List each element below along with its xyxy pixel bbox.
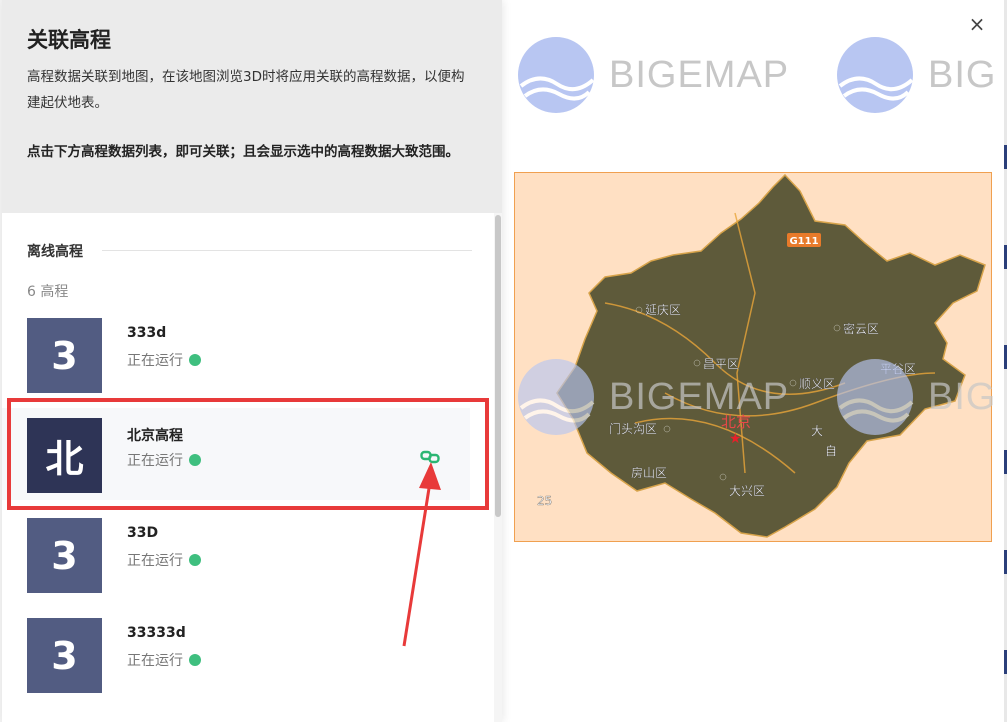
list-item[interactable]: 3 333d 正在运行: [2, 308, 470, 400]
status-label: 正在运行: [127, 553, 183, 569]
item-status: 正在运行: [127, 450, 201, 470]
elevation-count: 6 高程: [27, 284, 69, 300]
bigemap-watermark: BIGEMAP: [517, 358, 789, 436]
map-label-da: 大: [811, 424, 823, 438]
item-tile: 3: [27, 318, 102, 393]
map-label-shunyi: 顺义区: [799, 377, 835, 391]
item-tile: 3: [27, 618, 102, 693]
close-button[interactable]: ×: [966, 12, 988, 36]
bigemap-watermark: BIGEMAP: [517, 36, 789, 114]
map-label-yanqing: 延庆区: [645, 303, 681, 317]
map-label-number: 25: [537, 494, 552, 508]
item-name: 333d: [127, 325, 167, 341]
item-status: 正在运行: [127, 650, 201, 670]
elevation-dialog: 关联高程 高程数据关联到地图，在该地图浏览3D时将应用关联的高程数据，以便构建起…: [0, 0, 1007, 722]
status-label: 正在运行: [127, 353, 183, 369]
item-name: 33333d: [127, 625, 186, 641]
bigemap-logo-icon: [518, 37, 595, 113]
item-name: 33D: [127, 525, 159, 541]
bigemap-logo-icon: [837, 37, 914, 113]
watermark-text: BIGEMAP: [609, 375, 790, 418]
map-label-miyun: 密云区: [843, 321, 879, 336]
list-item[interactable]: 3 33D 正在运行: [2, 508, 470, 600]
item-status: 正在运行: [127, 350, 201, 370]
bigemap-watermark: BIG: [836, 36, 996, 114]
link-icon[interactable]: [420, 450, 440, 464]
panel-title: 关联高程: [27, 28, 111, 52]
status-label: 正在运行: [127, 453, 183, 469]
highway-label: G111: [789, 236, 818, 247]
section-title: 离线高程: [27, 244, 83, 260]
bigemap-logo-icon: [837, 359, 914, 435]
status-dot-icon: [189, 354, 201, 366]
list-item-selected[interactable]: 北 北京高程 正在运行: [2, 408, 470, 500]
map-label-fangshan: 房山区: [631, 465, 667, 480]
item-name: 北京高程: [127, 428, 183, 444]
panel-hint: 点击下方高程数据列表，即可关联；且会显示选中的高程数据大致范围。: [27, 144, 459, 160]
map-label-daxing: 大兴区: [729, 484, 765, 498]
bigemap-watermark: BIG: [836, 358, 996, 436]
scrollbar-thumb[interactable]: [495, 215, 501, 517]
left-panel: 关联高程 高程数据关联到地图，在该地图浏览3D时将应用关联的高程数据，以便构建起…: [2, 0, 502, 722]
status-label: 正在运行: [127, 653, 183, 669]
status-dot-icon: [189, 454, 201, 466]
item-status: 正在运行: [127, 550, 201, 570]
bigemap-logo-icon: [518, 359, 595, 435]
elevation-range-map: G111 延庆区 密云区 昌平区 顺义区 平谷区 门头沟区 房山区 大兴区 大 …: [514, 172, 992, 542]
watermark-text: BIG: [928, 53, 997, 96]
item-tile: 北: [27, 418, 102, 493]
map-label-zi: 自: [825, 444, 837, 458]
panel-description: 高程数据关联到地图，在该地图浏览3D时将应用关联的高程数据，以便构建起伏地表。: [27, 69, 465, 111]
watermark-text: BIGEMAP: [609, 53, 790, 96]
item-tile: 3: [27, 518, 102, 593]
status-dot-icon: [189, 654, 201, 666]
list-scrollbar[interactable]: [494, 213, 502, 722]
list-item[interactable]: 3 33333d 正在运行: [2, 608, 470, 700]
section-divider: [102, 250, 472, 251]
panel-header: 关联高程 高程数据关联到地图，在该地图浏览3D时将应用关联的高程数据，以便构建起…: [2, 0, 502, 213]
elevation-list[interactable]: 离线高程 6 高程 3 333d 正在运行 北 北京高程 正在运行 3 33D …: [2, 213, 502, 722]
status-dot-icon: [189, 554, 201, 566]
beijing-boundary: [556, 173, 986, 538]
watermark-text: BIG: [928, 375, 997, 418]
